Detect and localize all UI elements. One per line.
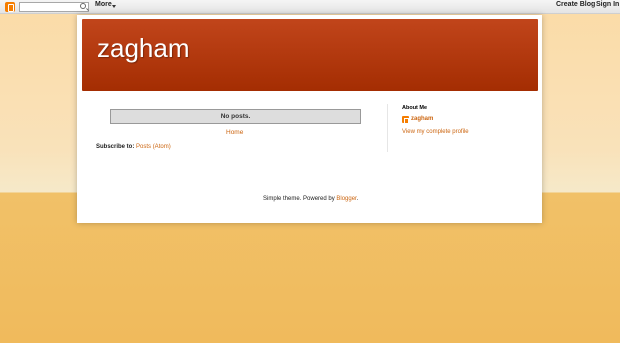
sidebar-divider — [387, 104, 388, 152]
home-link[interactable]: Home — [226, 129, 243, 136]
blog-title[interactable]: zagham — [97, 33, 190, 64]
subscribe-label: Subscribe to: — [96, 144, 135, 150]
blogger-link[interactable]: Blogger — [336, 196, 356, 202]
footer-text: Simple theme. Powered by — [263, 196, 335, 202]
chevron-down-icon[interactable] — [112, 5, 116, 8]
no-posts-message: No posts. — [110, 109, 361, 124]
blog-content: zagham No posts. Home Subscribe to: Post… — [77, 15, 542, 223]
footer-suffix: . — [356, 196, 359, 202]
search-input[interactable] — [19, 2, 89, 12]
about-me-heading: About Me — [402, 105, 428, 111]
blogger-profile-icon — [402, 116, 409, 124]
search-icon[interactable] — [80, 3, 86, 9]
blog-header: zagham — [82, 19, 538, 91]
subscribe-line: Subscribe to: Posts (Atom) — [96, 144, 171, 150]
blogger-icon[interactable] — [5, 2, 15, 12]
subscribe-atom-link[interactable]: Posts (Atom) — [136, 144, 171, 150]
more-menu-button[interactable]: More — [95, 1, 112, 8]
sign-in-link[interactable]: Sign In — [596, 1, 619, 8]
view-profile-link[interactable]: View my complete profile — [402, 129, 469, 135]
profile-name-link[interactable]: zagham — [411, 116, 433, 122]
footer: Simple theme. Powered by Blogger. — [263, 196, 358, 202]
blogger-navbar: More Create Blog Sign In — [0, 0, 620, 14]
create-blog-link[interactable]: Create Blog — [556, 1, 595, 8]
